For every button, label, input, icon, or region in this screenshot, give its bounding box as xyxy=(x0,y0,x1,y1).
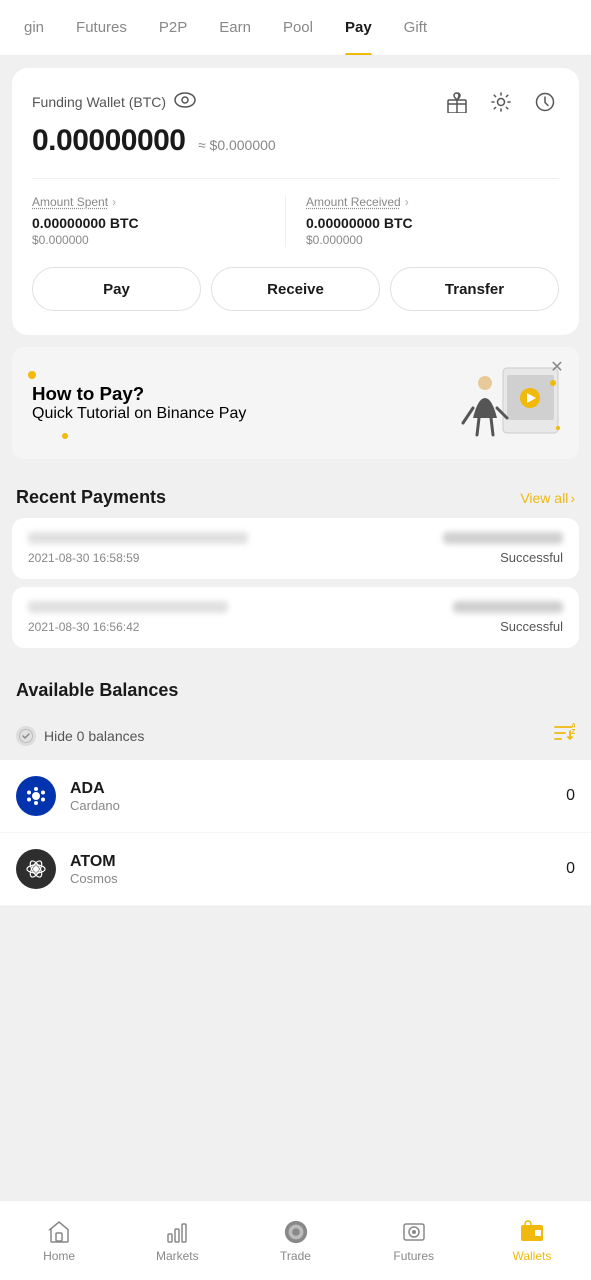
atom-info: ATOM Cosmos xyxy=(70,853,566,886)
markets-icon xyxy=(164,1219,190,1245)
wallet-title-row: Funding Wallet (BTC) xyxy=(32,92,196,113)
payment-item-2[interactable]: 2021-08-30 16:56:42 Successful xyxy=(12,587,579,648)
payment-blur-amount-1 xyxy=(443,532,563,544)
tutorial-banner: How to Pay? Quick Tutorial on Binance Pa… xyxy=(12,347,579,459)
bottom-nav-home[interactable]: Home xyxy=(0,1219,118,1263)
payment-bottom-1: 2021-08-30 16:58:59 Successful xyxy=(28,550,563,565)
wallets-icon xyxy=(519,1219,545,1245)
top-navigation: gin Futures P2P Earn Pool Pay Gift xyxy=(0,0,591,56)
atom-symbol: ATOM xyxy=(70,853,566,871)
action-buttons: Pay Receive Transfer xyxy=(32,267,559,311)
amount-received-col: Amount Received › 0.00000000 BTC $0.0000… xyxy=(285,195,559,247)
bottom-nav-markets-label: Markets xyxy=(156,1249,199,1263)
payment-status-2: Successful xyxy=(500,619,563,634)
svg-text:Z: Z xyxy=(571,729,575,736)
payment-time-2: 2021-08-30 16:56:42 xyxy=(28,620,139,634)
tutorial-subtitle: Quick Tutorial on Binance Pay xyxy=(32,405,443,423)
ada-name: Cardano xyxy=(70,798,566,813)
payment-time-1: 2021-08-30 16:58:59 xyxy=(28,551,139,565)
received-usd: $0.000000 xyxy=(306,233,559,247)
spent-usd: $0.000000 xyxy=(32,233,285,247)
bottom-nav-wallets[interactable]: Wallets xyxy=(473,1219,591,1263)
bottom-nav-futures[interactable]: Futures xyxy=(355,1219,473,1263)
nav-item-earn[interactable]: Earn xyxy=(203,0,267,56)
nav-item-pool[interactable]: Pool xyxy=(267,0,329,56)
payment-status-1: Successful xyxy=(500,550,563,565)
nav-item-futures[interactable]: Futures xyxy=(60,0,143,56)
history-icon-button[interactable] xyxy=(531,88,559,116)
coin-item-atom[interactable]: ATOM Cosmos 0 xyxy=(0,833,591,906)
bottom-nav-trade[interactable]: Trade xyxy=(236,1219,354,1263)
balances-title: Available Balances xyxy=(16,680,178,701)
spent-btc: 0.00000000 BTC xyxy=(32,215,285,231)
tutorial-close-button[interactable]: ✕ xyxy=(547,357,567,377)
payment-item-1[interactable]: 2021-08-30 16:58:59 Successful xyxy=(12,518,579,579)
gift-icon-button[interactable] xyxy=(443,88,471,116)
transfer-button[interactable]: Transfer xyxy=(390,267,559,311)
pay-button[interactable]: Pay xyxy=(32,267,201,311)
wallet-card: Funding Wallet (BTC) xyxy=(12,68,579,335)
atom-balance: 0 xyxy=(566,860,575,878)
payment-top-2 xyxy=(28,601,563,613)
tutorial-title: How to Pay? xyxy=(32,383,443,405)
recent-payments-header: Recent Payments View all › xyxy=(0,471,591,518)
received-btc: 0.00000000 BTC xyxy=(306,215,559,231)
wallet-title: Funding Wallet (BTC) xyxy=(32,94,166,110)
payment-blur-name-1 xyxy=(28,532,248,544)
bottom-nav-wallets-label: Wallets xyxy=(512,1249,551,1263)
eye-icon[interactable] xyxy=(174,92,196,113)
nav-item-gin[interactable]: gin xyxy=(8,0,60,56)
received-chevron[interactable]: › xyxy=(405,195,409,209)
view-all-chevron: › xyxy=(570,490,575,506)
payment-blur-amount-2 xyxy=(453,601,563,613)
ada-logo xyxy=(16,776,56,816)
payment-bottom-2: 2021-08-30 16:56:42 Successful xyxy=(28,619,563,634)
bottom-nav-home-label: Home xyxy=(43,1249,75,1263)
decorative-dot-1 xyxy=(28,371,36,379)
decorative-dot-2 xyxy=(62,433,68,439)
balance-btc: 0.00000000 xyxy=(32,124,186,157)
received-label: Amount Received xyxy=(306,195,401,209)
atom-name: Cosmos xyxy=(70,871,566,886)
recent-payments-title: Recent Payments xyxy=(16,487,166,508)
balance-details: Amount Spent › 0.00000000 BTC $0.000000 … xyxy=(32,178,559,247)
payment-blur-name-2 xyxy=(28,601,228,613)
spent-label: Amount Spent xyxy=(32,195,108,209)
ada-symbol: ADA xyxy=(70,780,566,798)
coin-item-ada[interactable]: ADA Cardano 0 xyxy=(0,760,591,833)
home-icon xyxy=(46,1219,72,1245)
hide-zero-left: Hide 0 balances xyxy=(16,726,144,746)
hide-zero-checkbox[interactable] xyxy=(16,726,36,746)
main-content: Funding Wallet (BTC) xyxy=(0,68,591,1014)
hide-zero-row: Hide 0 balances A Z xyxy=(0,711,591,760)
wallet-header: Funding Wallet (BTC) xyxy=(32,88,559,116)
bottom-nav-futures-label: Futures xyxy=(393,1249,434,1263)
bottom-nav-trade-label: Trade xyxy=(280,1249,311,1263)
nav-item-gift[interactable]: Gift xyxy=(388,0,443,56)
settings-icon-button[interactable] xyxy=(487,88,515,116)
ada-balance: 0 xyxy=(566,787,575,805)
payment-top-1 xyxy=(28,532,563,544)
hide-zero-label: Hide 0 balances xyxy=(44,728,144,744)
atom-logo xyxy=(16,849,56,889)
ada-info: ADA Cardano xyxy=(70,780,566,813)
amount-spent-col: Amount Spent › 0.00000000 BTC $0.000000 xyxy=(32,195,285,247)
sort-icon-button[interactable]: A Z xyxy=(551,721,575,750)
view-all-button[interactable]: View all › xyxy=(520,490,575,506)
receive-button[interactable]: Receive xyxy=(211,267,380,311)
futures-icon xyxy=(401,1219,427,1245)
bottom-navigation: Home Markets Trade xyxy=(0,1200,591,1280)
bottom-nav-markets[interactable]: Markets xyxy=(118,1219,236,1263)
wallet-icon-group xyxy=(443,88,559,116)
nav-item-pay[interactable]: Pay xyxy=(329,0,388,56)
balance-display: 0.00000000 ≈ $0.000000 xyxy=(32,124,559,158)
balance-usd: ≈ $0.000000 xyxy=(198,137,276,153)
spent-chevron[interactable]: › xyxy=(112,195,116,209)
trade-icon xyxy=(283,1219,309,1245)
balances-header: Available Balances xyxy=(0,664,591,711)
nav-item-p2p[interactable]: P2P xyxy=(143,0,203,56)
available-balances-section: Available Balances Hide 0 balances xyxy=(0,656,591,914)
